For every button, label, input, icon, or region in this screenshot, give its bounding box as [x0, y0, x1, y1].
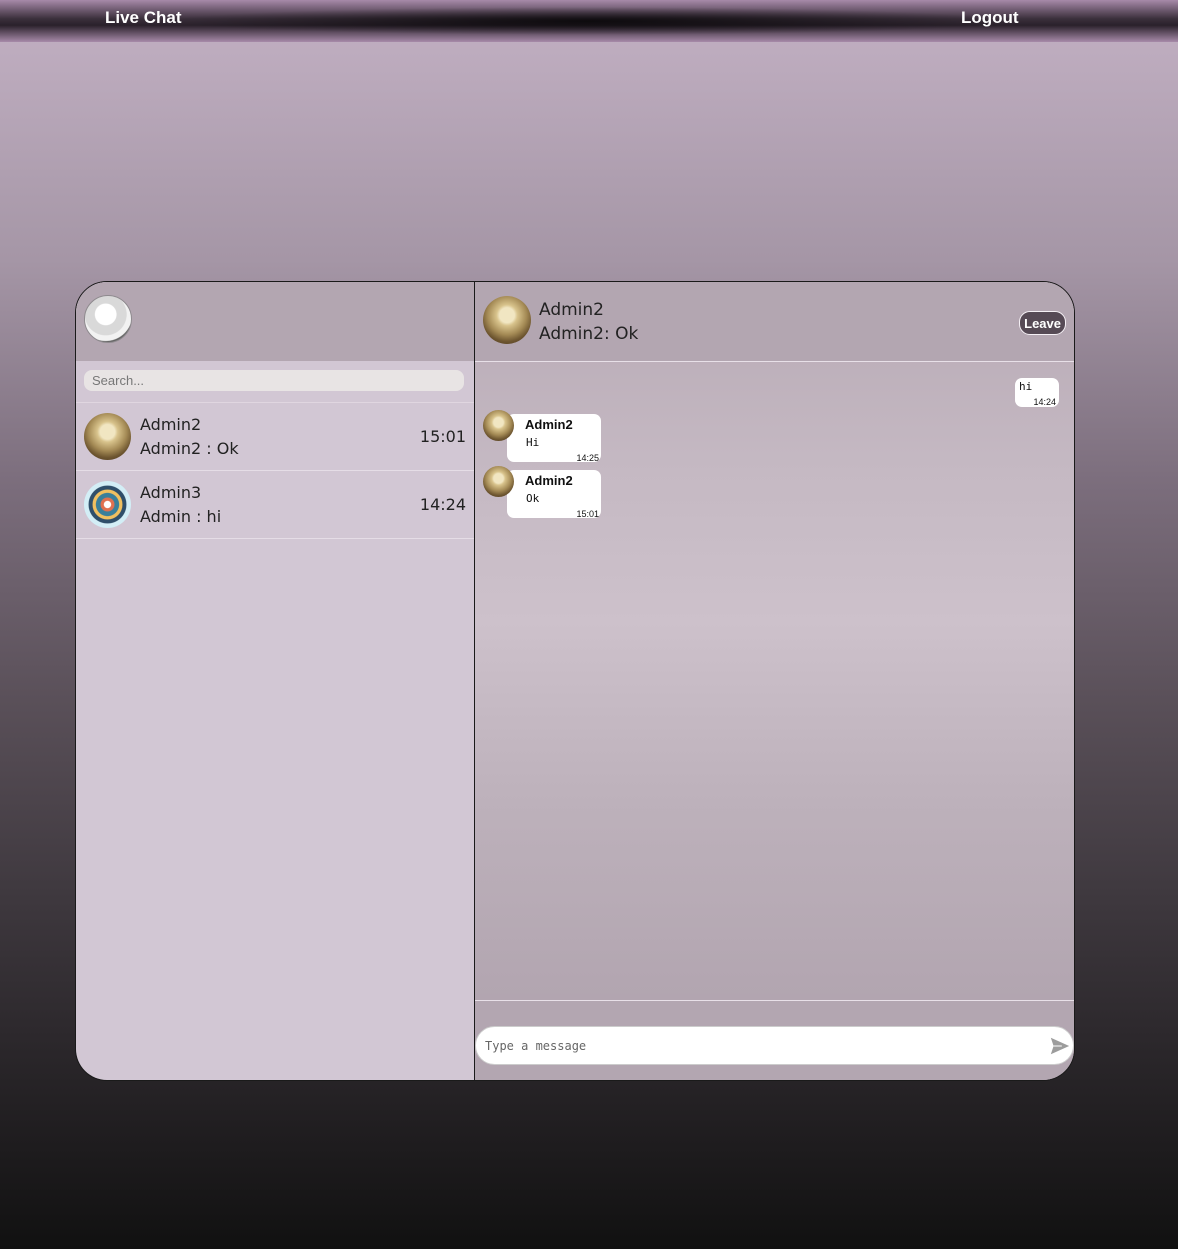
search-input[interactable] [84, 370, 464, 391]
message-input[interactable] [475, 1026, 1074, 1065]
message-text: Ok [526, 492, 540, 505]
conversation-preview: Admin : hi [140, 507, 222, 526]
incoming-message: Admin2 Ok 15:01 [483, 466, 603, 520]
conversation-item-admin3[interactable]: Admin3 Admin : hi 14:24 [76, 471, 474, 539]
message-bubble: Admin2 Hi 14:25 [507, 414, 601, 463]
conversation-time: 15:01 [419, 427, 466, 446]
chat-container: Admin2 Admin2 : Ok 15:01 Admin3 Admin : … [75, 281, 1075, 1081]
compose-area [475, 1000, 1074, 1080]
top-navbar: Live Chat Logout [0, 0, 1178, 42]
message-time: 14:25 [576, 453, 599, 463]
message-bubble: Admin2 Ok 15:01 [507, 470, 601, 519]
message-text: hi [1019, 380, 1033, 393]
avatar [84, 413, 131, 460]
contact-name: Admin2 [539, 300, 604, 320]
logout-link[interactable]: Logout [961, 8, 1019, 28]
message-time: 15:01 [576, 509, 599, 519]
conversation-sidebar: Admin2 Admin2 : Ok 15:01 Admin3 Admin : … [76, 282, 475, 1080]
send-icon[interactable] [1049, 1035, 1071, 1057]
sender-avatar [483, 410, 514, 441]
sidebar-header [76, 282, 474, 361]
leave-button[interactable]: Leave [1019, 311, 1066, 335]
conversation-name: Admin3 [140, 483, 202, 502]
message-sender: Admin2 [525, 417, 573, 432]
avatar [84, 481, 131, 528]
chat-header: Admin2 Admin2: Ok Leave [475, 282, 1074, 362]
message-time: 14:24 [1033, 397, 1056, 407]
incoming-message: Admin2 Hi 14:25 [483, 410, 603, 464]
brand-link[interactable]: Live Chat [105, 8, 182, 28]
conversation-name: Admin2 [140, 415, 202, 434]
contact-last-message: Admin2: Ok [539, 324, 639, 344]
message-sender: Admin2 [525, 473, 573, 488]
my-avatar[interactable] [84, 295, 132, 343]
outgoing-message: hi 14:24 [1015, 378, 1059, 407]
chat-panel: Admin2 Admin2: Ok Leave hi 14:24 Admin2 … [475, 282, 1074, 1080]
conversation-time: 14:24 [419, 495, 466, 514]
contact-avatar [483, 296, 531, 344]
message-text: Hi [526, 436, 540, 449]
search-row [76, 361, 474, 403]
sender-avatar [483, 466, 514, 497]
conversation-preview: Admin2 : Ok [140, 439, 239, 458]
conversation-item-admin2[interactable]: Admin2 Admin2 : Ok 15:01 [76, 403, 474, 471]
